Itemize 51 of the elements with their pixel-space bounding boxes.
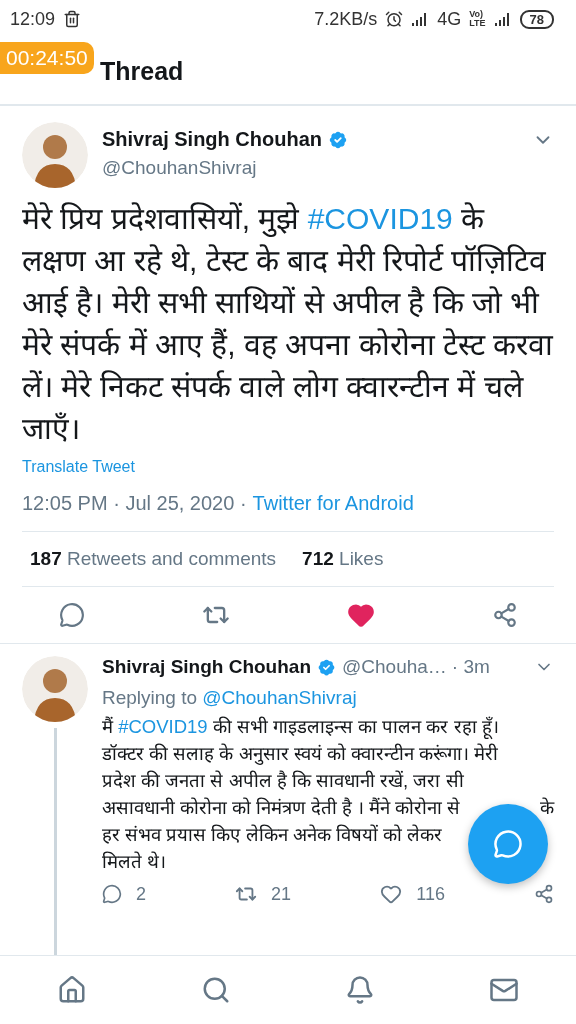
source-link[interactable]: Twitter for Android bbox=[252, 492, 414, 515]
heart-icon bbox=[346, 601, 375, 629]
reply-text-line: प्रदेश की जनता से अपील है कि सावधानी रखें, जरा सी bbox=[102, 769, 464, 793]
translate-link[interactable]: Translate Tweet bbox=[22, 458, 135, 476]
author-name[interactable]: Shivraj Singh Chouhan bbox=[102, 128, 322, 151]
reply-text-line: हर संभव प्रयास किए लेकिन अनेक विषयों को लेकर bbox=[102, 823, 443, 847]
reply-text-line: मिलते थे। bbox=[102, 850, 167, 874]
share-button[interactable] bbox=[491, 601, 518, 629]
network-speed: 7.2KB/s bbox=[314, 8, 378, 30]
engagement-stat[interactable]: 712 Likes bbox=[302, 548, 384, 570]
reply-text-fragment: के bbox=[540, 796, 554, 820]
volte-indicator: Vo) LTE bbox=[469, 10, 486, 28]
reply-text-line: असावधानी कोरोना को निमंत्रण देती है । मैंने कोरोना से bbox=[102, 796, 461, 820]
search-icon[interactable] bbox=[201, 975, 231, 1005]
like-button[interactable] bbox=[346, 601, 375, 629]
share-button[interactable] bbox=[534, 883, 554, 905]
avatar[interactable] bbox=[22, 656, 88, 722]
bell-icon[interactable] bbox=[345, 975, 375, 1005]
share-icon bbox=[491, 602, 518, 628]
chat-bubble-icon bbox=[493, 829, 523, 859]
home-icon[interactable] bbox=[57, 975, 87, 1005]
author-handle[interactable]: @ChouhanShivraj bbox=[102, 157, 554, 179]
heart-icon bbox=[380, 883, 403, 905]
recorder-timer: 00:24:50 bbox=[0, 42, 94, 74]
author-handle[interactable]: @Chouha… bbox=[342, 656, 447, 678]
comment-icon bbox=[102, 884, 122, 904]
network-type: 4G bbox=[437, 8, 462, 30]
retweet-button[interactable]: 21 bbox=[235, 883, 292, 905]
reply-time: · 3m bbox=[451, 656, 490, 678]
reply-button[interactable] bbox=[58, 601, 85, 629]
reply-text-line: डॉक्टर की सलाह के अनुसार स्वयं को क्वारन्टीन करूंगा। मेरी bbox=[102, 742, 499, 767]
tweet-text: मेरे प्रिय प्रदेशवासियों, मुझे #COVID19 के लक्षण आ रहे थे, टेस्ट के बाद मेरी रिपोर्ट पॉज़िटिव आई है। मेरी सभी साथियों से अपील है कि जो भी मेरे संपर्क में आए हैं, वह अपना कोरोना टेस्ट करवा लें। मेरे निकट संपर्क वाले लोग क्वारन्टीन में चले जाएँ। bbox=[22, 201, 554, 447]
mention-link[interactable]: @ChouhanShivraj bbox=[202, 684, 357, 711]
reply-button[interactable]: 2 bbox=[102, 883, 146, 905]
reply-text-line: मैं #COVID19 की सभी गाइडलाइन्स का पालन कर रहा हूँ। bbox=[102, 715, 499, 740]
share-icon bbox=[534, 884, 554, 904]
battery-indicator: 78 bbox=[519, 9, 554, 29]
page-title: Thread bbox=[100, 56, 184, 86]
like-button[interactable]: 116 bbox=[380, 883, 445, 905]
alarm-icon bbox=[385, 10, 404, 28]
replying-label: Replying to bbox=[102, 686, 198, 710]
signal-icon bbox=[493, 12, 512, 26]
comment-icon bbox=[58, 602, 85, 628]
trash-icon bbox=[63, 10, 82, 28]
avatar[interactable] bbox=[22, 122, 88, 188]
hashtag-link[interactable]: #COVID19 bbox=[118, 716, 208, 737]
tweet-timestamp: 12:05 PM · Jul 25, 2020 · bbox=[22, 492, 247, 515]
hashtag-link[interactable]: #COVID19 bbox=[307, 202, 453, 235]
author-name[interactable]: Shivraj Singh Chouhan bbox=[102, 656, 311, 678]
clock-time: 12:09 bbox=[10, 8, 56, 30]
engagement-stat[interactable]: 187 Retweets and comments bbox=[30, 548, 277, 570]
